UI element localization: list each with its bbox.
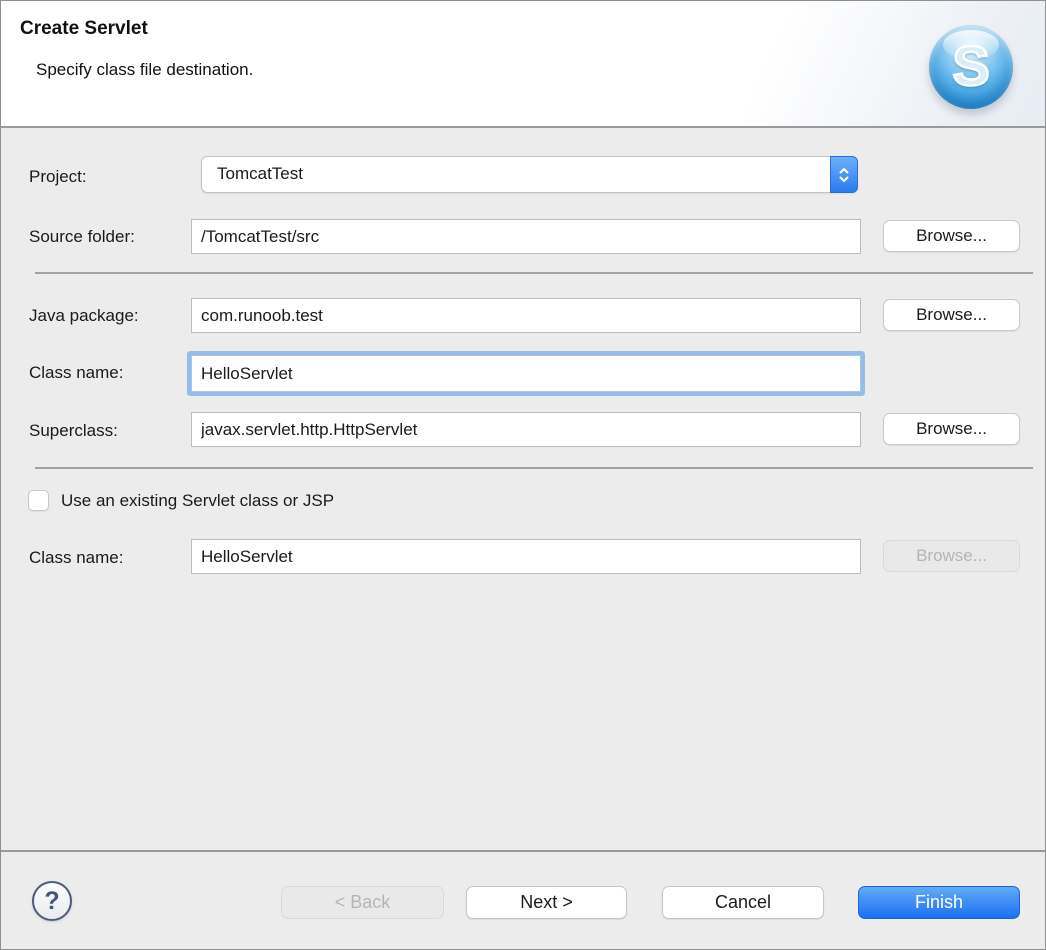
servlet-sphere-icon: S <box>929 25 1013 109</box>
java-package-browse-button[interactable]: Browse... <box>883 299 1020 331</box>
use-existing-label: Use an existing Servlet class or JSP <box>61 491 334 511</box>
source-folder-browse-button[interactable]: Browse... <box>883 220 1020 252</box>
servlet-letter: S <box>929 33 1013 98</box>
class-name-label: Class name: <box>29 363 123 383</box>
existing-class-name-label: Class name: <box>29 548 123 568</box>
superclass-browse-button[interactable]: Browse... <box>883 413 1020 445</box>
finish-button[interactable]: Finish <box>858 886 1020 919</box>
java-package-input[interactable] <box>191 298 861 333</box>
existing-class-name-browse-button: Browse... <box>883 540 1020 572</box>
section-divider <box>35 467 1033 469</box>
project-label: Project: <box>29 167 87 187</box>
chevron-up-down-icon[interactable] <box>830 156 858 193</box>
dialog-title: Create Servlet <box>20 18 148 40</box>
java-package-label: Java package: <box>29 306 139 326</box>
source-folder-input[interactable] <box>191 219 861 254</box>
source-folder-label: Source folder: <box>29 227 135 247</box>
class-name-input[interactable] <box>191 355 861 392</box>
dialog-subtitle: Specify class file destination. <box>36 60 253 80</box>
next-button[interactable]: Next > <box>466 886 627 919</box>
use-existing-checkbox[interactable] <box>28 490 49 511</box>
dialog-header: Create Servlet Specify class file destin… <box>1 1 1045 128</box>
superclass-input[interactable] <box>191 412 861 447</box>
cancel-button[interactable]: Cancel <box>662 886 824 919</box>
back-button: < Back <box>281 886 444 919</box>
create-servlet-dialog: Create Servlet Specify class file destin… <box>0 0 1046 950</box>
help-icon[interactable]: ? <box>32 881 72 921</box>
project-select-value: TomcatTest <box>217 164 303 184</box>
section-divider <box>35 272 1033 274</box>
project-select[interactable]: TomcatTest <box>201 156 858 193</box>
superclass-label: Superclass: <box>29 421 118 441</box>
footer-divider <box>1 850 1045 852</box>
existing-class-name-input[interactable] <box>191 539 861 574</box>
